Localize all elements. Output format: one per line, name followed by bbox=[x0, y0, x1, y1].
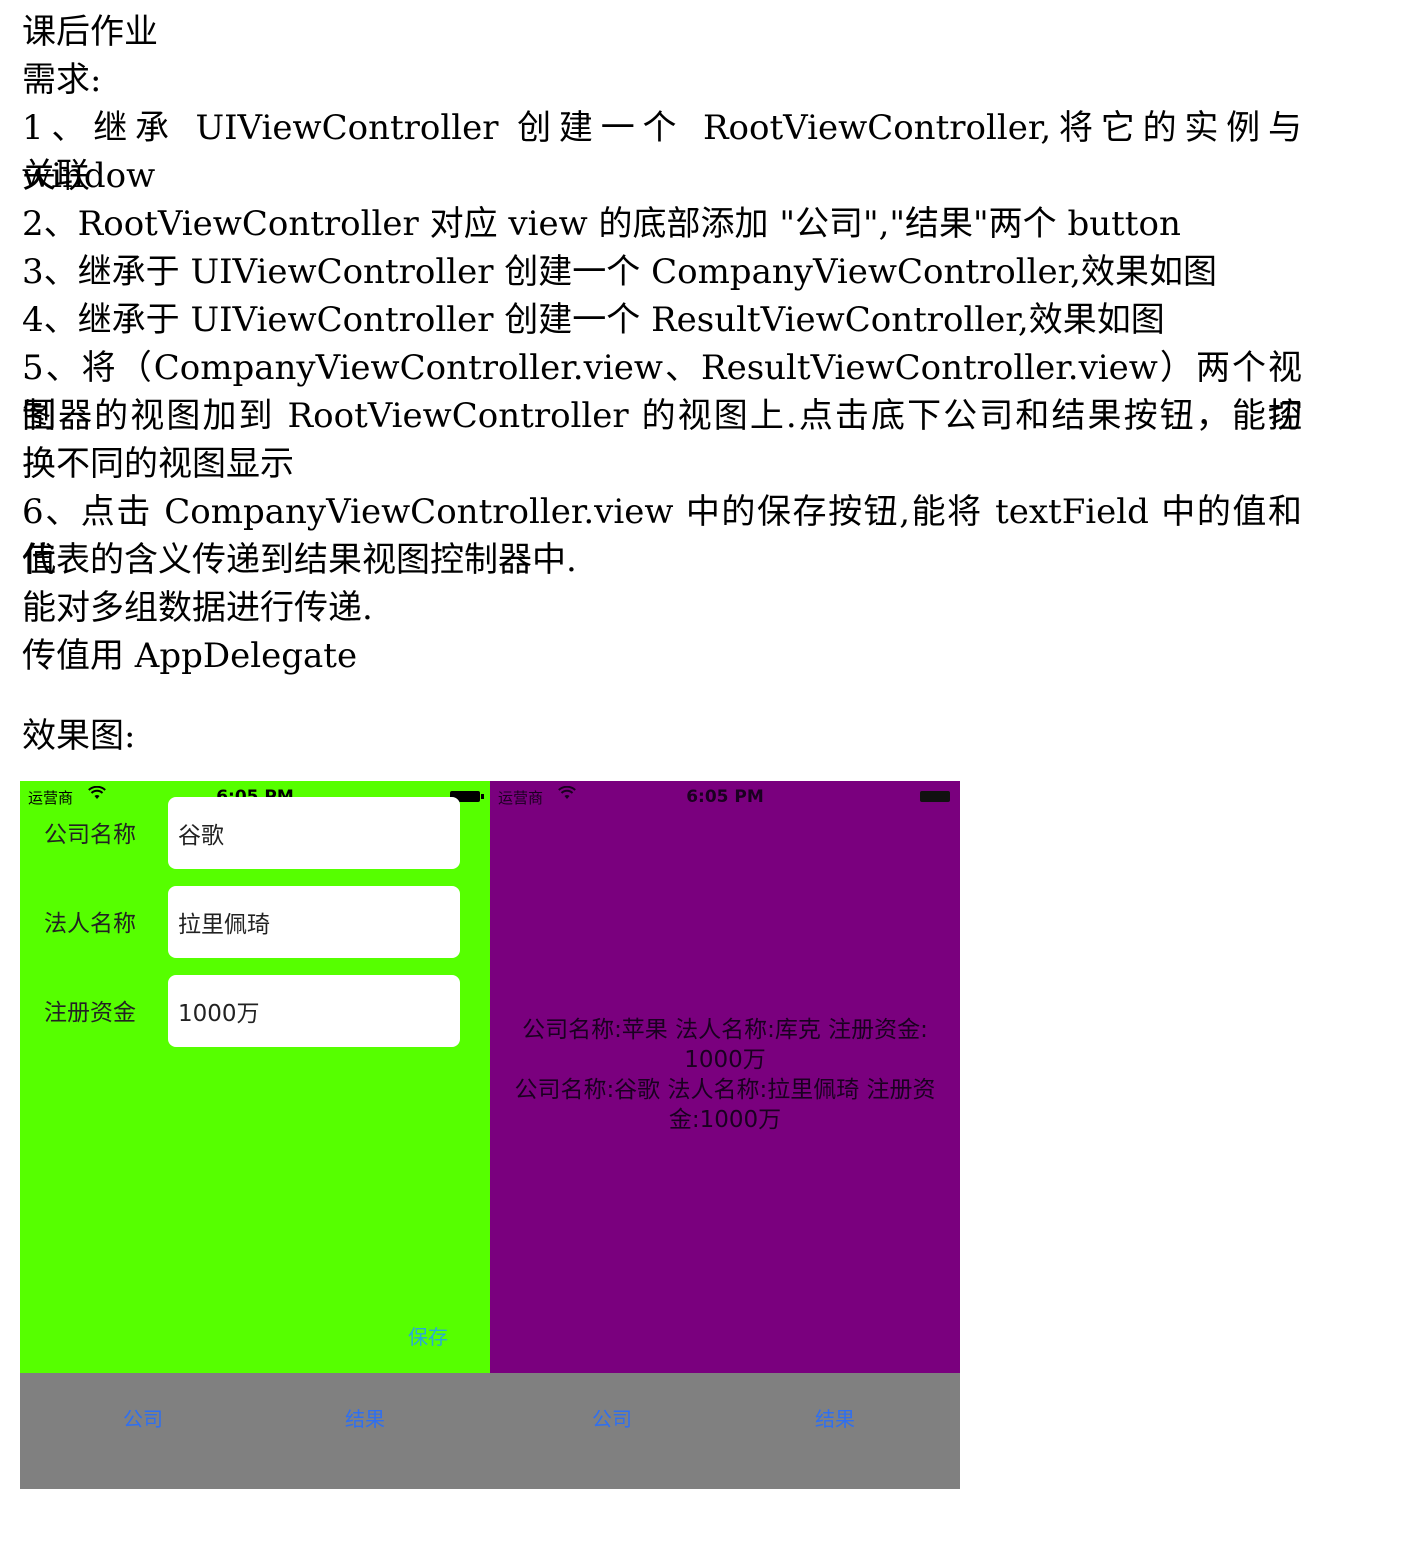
result-line-3: 公司名称:谷歌 法人名称:拉里佩琦 注册资 bbox=[514, 1077, 936, 1103]
registered-capital-field[interactable] bbox=[168, 975, 460, 1047]
requirement-line-11: 能对多组数据进行传递. bbox=[22, 588, 373, 628]
save-button[interactable]: 保存 bbox=[408, 1321, 448, 1350]
company-tab-button[interactable]: 公司 bbox=[592, 1403, 632, 1432]
requirement-line-5: 4、继承于 UIViewController 创建一个 ResultViewCo… bbox=[22, 300, 1165, 340]
company-name-row: 公司名称 bbox=[20, 797, 490, 869]
requirement-line-10: 代表的含义传递到结果视图控制器中. bbox=[22, 540, 577, 580]
registered-capital-label: 注册资金 bbox=[44, 1000, 136, 1026]
result-tab-button[interactable]: 结果 bbox=[345, 1403, 385, 1432]
requirement-line-12: 传值用 AppDelegate bbox=[22, 636, 358, 676]
doc-title: 课后作业 bbox=[22, 12, 158, 52]
result-screen: 运营商 6:05 PM 公司名称:苹果 法人名称:库克 注册资金: 1000万 … bbox=[490, 781, 960, 1373]
result-label: 公司名称:苹果 法人名称:库克 注册资金: 1000万 公司名称:谷歌 法人名称… bbox=[494, 1015, 956, 1135]
company-view-screenshot: 运营商 6:05 PM 公司名称 法人名称 bbox=[20, 781, 490, 1489]
legal-person-label: 法人名称 bbox=[44, 911, 136, 937]
document-body: 课后作业 需求: 1、继承 UIViewController 创建一个 Root… bbox=[22, 8, 1302, 760]
requirement-line-4: 3、继承于 UIViewController 创建一个 CompanyViewC… bbox=[22, 252, 1217, 292]
legal-person-field[interactable] bbox=[168, 886, 460, 958]
requirement-line-3: 2、RootViewController 对应 view 的底部添加 "公司",… bbox=[22, 204, 1181, 244]
requirement-line-2: 关联 bbox=[22, 156, 90, 196]
company-name-field[interactable] bbox=[168, 797, 460, 869]
registered-capital-row: 注册资金 bbox=[20, 975, 490, 1047]
battery-icon bbox=[920, 791, 950, 802]
requirement-line-7: 制器的视图加到 RootViewController 的视图上.点击底下公司和结… bbox=[22, 396, 1302, 436]
result-line-4: 金:1000万 bbox=[668, 1107, 782, 1133]
status-bar: 运营商 6:05 PM bbox=[490, 781, 960, 811]
requirement-line-8: 换不同的视图显示 bbox=[22, 444, 294, 484]
tab-bar: 公司 结果 bbox=[20, 1373, 490, 1489]
company-tab-button[interactable]: 公司 bbox=[123, 1403, 163, 1432]
company-name-label: 公司名称 bbox=[44, 822, 136, 848]
result-line-1: 公司名称:苹果 法人名称:库克 注册资金: bbox=[522, 1017, 928, 1043]
company-screen: 运营商 6:05 PM 公司名称 法人名称 bbox=[20, 781, 490, 1373]
effect-label: 效果图: bbox=[22, 716, 136, 756]
requirement-line-9: 6、点击 CompanyViewController.view 中的保存按钮,能… bbox=[22, 492, 1302, 580]
result-view-screenshot: 运营商 6:05 PM 公司名称:苹果 法人名称:库克 注册资金: 1000万 … bbox=[490, 781, 960, 1489]
legal-person-row: 法人名称 bbox=[20, 886, 490, 958]
requirement-line-1: 1、继承 UIViewController 创建一个 RootViewContr… bbox=[22, 108, 1302, 196]
requirement-line-6: 5、将（CompanyViewController.view、ResultVie… bbox=[22, 348, 1302, 436]
tab-bar: 公司 结果 bbox=[490, 1373, 960, 1489]
result-tab-button[interactable]: 结果 bbox=[815, 1403, 855, 1432]
effect-screenshots: 运营商 6:05 PM 公司名称 法人名称 bbox=[20, 781, 960, 1489]
status-time: 6:05 PM bbox=[686, 787, 764, 807]
requirements-heading: 需求: bbox=[22, 60, 102, 100]
result-line-2: 1000万 bbox=[684, 1047, 766, 1073]
